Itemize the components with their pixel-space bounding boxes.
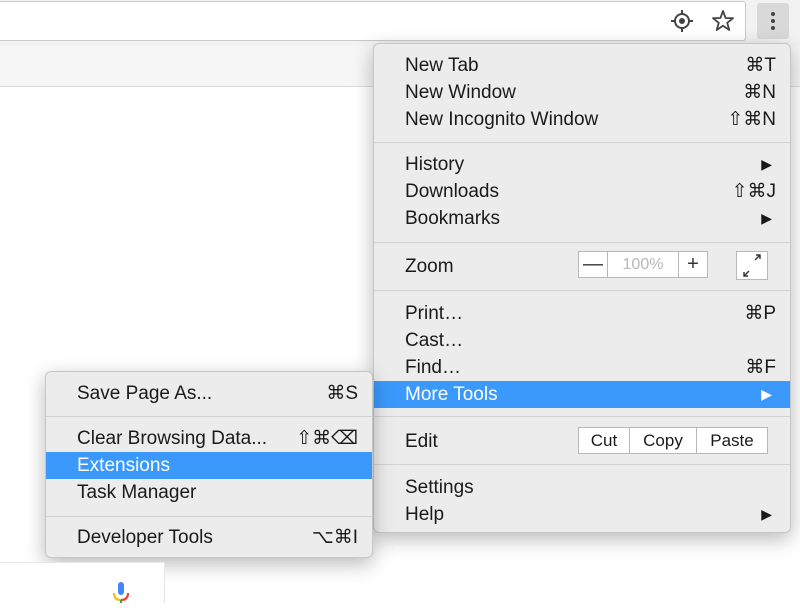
edit-controls: Cut Copy Paste — [578, 427, 768, 454]
shortcut-label: ⌘F — [745, 357, 776, 378]
submenu-arrow-icon: ▶ — [761, 210, 772, 226]
search-box-card — [0, 562, 165, 603]
menu-item-cast[interactable]: Cast… — [374, 327, 790, 354]
shortcut-label: ⌘T — [745, 55, 776, 76]
menu-item-clear-browsing-data[interactable]: Clear Browsing Data... ⇧⌘⌫ — [46, 425, 372, 452]
menu-separator — [374, 242, 790, 243]
menu-item-extensions[interactable]: Extensions — [46, 452, 372, 479]
zoom-level: 100% — [607, 252, 679, 277]
star-icon[interactable] — [710, 8, 736, 34]
menu-item-find[interactable]: Find… ⌘F — [374, 354, 790, 381]
shortcut-label: ⌘N — [743, 82, 776, 103]
microphone-icon[interactable] — [112, 582, 130, 603]
menu-separator — [46, 516, 372, 517]
menu-item-print[interactable]: Print… ⌘P — [374, 300, 790, 327]
menu-item-new-window[interactable]: New Window ⌘N — [374, 79, 790, 106]
more-tools-submenu: Save Page As... ⌘S Clear Browsing Data..… — [45, 371, 373, 558]
menu-separator — [374, 290, 790, 291]
menu-dots-icon[interactable] — [757, 3, 789, 39]
menu-item-bookmarks[interactable]: Bookmarks ▶ — [374, 205, 790, 232]
menu-item-developer-tools[interactable]: Developer Tools ⌥⌘I — [46, 524, 372, 551]
menu-item-history[interactable]: History ▶ — [374, 151, 790, 178]
paste-button[interactable]: Paste — [697, 428, 767, 453]
menu-item-more-tools[interactable]: More Tools ▶ — [374, 381, 790, 408]
zoom-in-button[interactable]: + — [679, 252, 707, 277]
menu-item-downloads[interactable]: Downloads ⇧⌘J — [374, 178, 790, 205]
submenu-arrow-icon: ▶ — [761, 386, 772, 402]
menu-item-new-tab[interactable]: New Tab ⌘T — [374, 52, 790, 79]
menu-separator — [374, 416, 790, 417]
menu-item-new-incognito-window[interactable]: New Incognito Window ⇧⌘N — [374, 106, 790, 133]
location-icon[interactable] — [669, 8, 695, 34]
shortcut-label: ⇧⌘J — [731, 181, 776, 202]
shortcut-label: ⌘S — [326, 383, 358, 404]
menu-item-save-page-as[interactable]: Save Page As... ⌘S — [46, 380, 372, 407]
menu-separator — [374, 142, 790, 143]
fullscreen-icon[interactable] — [736, 251, 768, 280]
submenu-arrow-icon: ▶ — [761, 506, 772, 522]
chrome-main-menu: New Tab ⌘T New Window ⌘N New Incognito W… — [373, 43, 791, 533]
menu-item-task-manager[interactable]: Task Manager — [46, 479, 372, 506]
cut-button[interactable]: Cut — [579, 428, 630, 453]
shortcut-label: ⌥⌘I — [311, 527, 358, 548]
submenu-arrow-icon: ▶ — [761, 156, 772, 172]
zoom-out-button[interactable]: — — [579, 252, 607, 277]
copy-button[interactable]: Copy — [630, 428, 697, 453]
shortcut-label: ⌘P — [744, 303, 776, 324]
shortcut-label: ⇧⌘⌫ — [296, 428, 358, 449]
menu-item-help[interactable]: Help ▶ — [374, 501, 790, 528]
menu-separator — [46, 416, 372, 417]
zoom-controls: — 100% + — [578, 251, 708, 278]
shortcut-label: ⇧⌘N — [727, 109, 776, 130]
browser-toolbar — [0, 0, 800, 47]
address-bar[interactable] — [0, 1, 746, 41]
menu-item-settings[interactable]: Settings — [374, 474, 790, 501]
menu-separator — [374, 464, 790, 465]
